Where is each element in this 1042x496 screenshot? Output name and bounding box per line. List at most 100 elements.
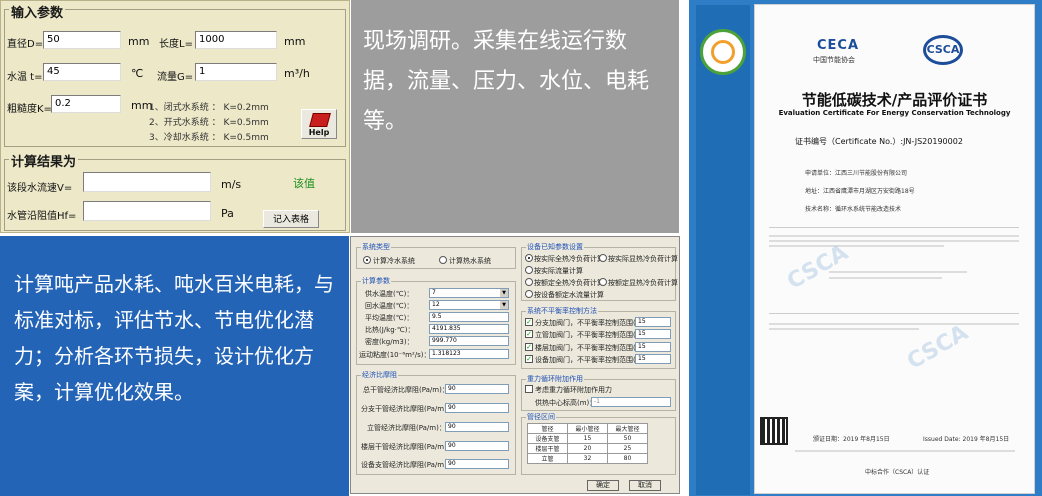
resistance-unit: Pa xyxy=(221,207,234,220)
certificate-footer-rule xyxy=(795,450,1015,452)
radio-hot-label: 计算热水系统 xyxy=(449,257,491,265)
book-icon xyxy=(309,113,331,127)
gravity-checkbox[interactable] xyxy=(525,385,533,393)
return-temp-select[interactable]: 12 ▼ xyxy=(429,300,509,310)
riser-label: 立管经济比摩阻(Pa/m)： xyxy=(367,424,446,432)
gravity-height-input[interactable]: -1 xyxy=(591,397,671,407)
equip-input[interactable]: 90 xyxy=(445,459,509,469)
pipe-calculator-window: 输入参数 直径D= 50 mm 长度L= 1000 mm 水温 t= 45 ℃ … xyxy=(0,0,350,233)
radio-opt5[interactable] xyxy=(599,278,607,286)
opt6-label: 按设备额定水流量计算 xyxy=(534,291,604,299)
ceca-logo: CECA xyxy=(817,38,860,53)
temp-input[interactable]: 45 xyxy=(43,63,121,81)
density-label: 密度(kg/m3)： xyxy=(365,338,414,346)
table-cell[interactable]: 15 xyxy=(567,433,608,444)
certificate-conclusion-text xyxy=(769,313,1019,347)
opt2-label: 按实际显热冷负荷计算 xyxy=(608,255,678,263)
record-to-table-button[interactable]: 记入表格 xyxy=(263,210,319,228)
diameter-label: 直径D= xyxy=(7,39,44,50)
chevron-down-icon: ▼ xyxy=(500,301,508,309)
main-pipe-input[interactable]: 90 xyxy=(445,384,509,394)
certificate-title: 节能低碳技术/产品评价证书 xyxy=(801,91,988,109)
table-row: 楼层干管 20 25 xyxy=(527,443,648,454)
specific-heat-field: 4191.835 xyxy=(429,324,509,334)
table-header-cell: 最小管径 xyxy=(567,423,608,434)
table-cell: 设备支管 xyxy=(527,433,568,444)
specific-heat-label: 比热(J/kg·℃)： xyxy=(365,326,415,334)
table-cell[interactable]: 25 xyxy=(607,443,648,454)
table-cell[interactable]: 80 xyxy=(607,453,648,464)
ub2-checkbox[interactable]: ✓ xyxy=(525,330,533,338)
ub4-input[interactable]: 15 xyxy=(635,354,671,364)
table-row: 立管 32 80 xyxy=(527,453,648,464)
ub3-checkbox[interactable]: ✓ xyxy=(525,343,533,351)
return-temp-label: 回水温度(℃)： xyxy=(365,302,414,310)
chevron-down-icon: ▼ xyxy=(500,289,508,297)
help-button[interactable]: Help xyxy=(301,109,337,139)
radio-cold-system[interactable] xyxy=(363,256,371,264)
radio-opt2[interactable] xyxy=(599,254,607,262)
diameter-unit: mm xyxy=(128,35,150,48)
equip-label: 设备支管经济比摩阻(Pa/m)： xyxy=(361,461,454,469)
radio-opt3[interactable] xyxy=(525,266,533,274)
branch-main-input[interactable]: 90 xyxy=(445,403,509,413)
survey-text-block: 现场调研。采集在线运行数据，流量、压力、水位、电耗等。 xyxy=(351,0,679,233)
gravity-title: 重力循环附加作用 xyxy=(526,374,584,384)
help-button-label: Help xyxy=(308,128,330,137)
main-pipe-label: 总干管经济比摩阻(Pa/m)： xyxy=(363,386,449,394)
table-header-cell: 最大管径 xyxy=(607,423,648,434)
table-cell[interactable]: 32 xyxy=(567,453,608,464)
avg-temp-field: 9.5 xyxy=(429,312,509,322)
radio-opt1[interactable] xyxy=(525,254,533,262)
ub4-checkbox[interactable]: ✓ xyxy=(525,355,533,363)
supply-temp-select[interactable]: 7 ▼ xyxy=(429,288,509,298)
table-cell[interactable]: 50 xyxy=(607,433,648,444)
note-cooling-system: 3、冷却水系统 ： K=0.5mm xyxy=(149,133,269,143)
flow-label: 流量G= xyxy=(157,72,194,83)
velocity-note: 该值 xyxy=(293,177,315,190)
viscosity-label: 运动粘度(10⁻⁶m²/s)： xyxy=(359,351,431,359)
certificate-document: CECA 中国节能协会 CSCA 节能低碳技术/产品评价证书 Evaluatio… xyxy=(696,4,1035,495)
riser-input[interactable]: 90 xyxy=(445,422,509,432)
radio-opt6[interactable] xyxy=(525,290,533,298)
ub1-checkbox[interactable]: ✓ xyxy=(525,318,533,326)
ub1-input[interactable]: 15 xyxy=(635,317,671,327)
pipe-zone-table: 管径 最小管径 最大管径 设备支管 15 50 楼层干管 20 25 立管 32… xyxy=(527,423,648,464)
opt3-label: 按实际流量计算 xyxy=(534,267,583,275)
opt1-label: 按实际全热冷负荷计算 xyxy=(534,255,604,263)
table-cell: 立管 xyxy=(527,453,568,464)
gravity-check-label: 考虑重力循环附加作用力 xyxy=(535,386,612,394)
radio-hot-system[interactable] xyxy=(439,256,447,264)
friction-title: 经济比摩阻 xyxy=(361,370,398,380)
analysis-text-block: 计算吨产品水耗、吨水百米电耗，与标准对标，评估节水、节电优化潜力；分析各环节损失… xyxy=(0,236,349,496)
survey-text: 现场调研。采集在线运行数据，流量、压力、水位、电耗等。 xyxy=(363,29,650,134)
hydraulic-settings-window: 系统类型 计算冷水系统 计算热水系统 计算参数 供水温度(℃)： 7 ▼ 回水温度… xyxy=(350,236,680,494)
ub3-input[interactable]: 15 xyxy=(635,342,671,352)
floor-main-input[interactable]: 90 xyxy=(445,441,509,451)
cancel-button[interactable]: 取消 xyxy=(629,480,661,491)
radio-opt4[interactable] xyxy=(525,278,533,286)
velocity-unit: m/s xyxy=(221,178,242,191)
flow-input[interactable]: 1 xyxy=(195,63,277,81)
table-cell[interactable]: 20 xyxy=(567,443,608,454)
roughness-input[interactable]: 0.2 xyxy=(51,95,121,113)
ok-button[interactable]: 确定 xyxy=(587,480,619,491)
gravity-height-label: 供热中心标高(m)： xyxy=(535,399,597,407)
length-input[interactable]: 1000 xyxy=(195,31,277,49)
ub2-input[interactable]: 15 xyxy=(635,329,671,339)
viscosity-field: 1.318123 xyxy=(429,349,509,359)
qr-code-icon xyxy=(760,417,788,445)
issue-date: 颁证日期：2019 年8月15日 xyxy=(813,436,890,443)
table-row: 设备支管 15 50 xyxy=(527,433,648,444)
csca-logo: CSCA xyxy=(923,35,963,65)
certificate-left-band xyxy=(696,5,750,495)
issued-date-en: Issued Date: 2019 年8月15日 xyxy=(923,436,1010,443)
velocity-output xyxy=(83,172,211,192)
table-header-cell: 管径 xyxy=(527,423,568,434)
certificate-footer: 中标合作（CSCA）认证 xyxy=(865,469,930,476)
opt5-label: 按额定显热冷负荷计算 xyxy=(608,279,678,287)
certificate-tech-name: 技术名称：循环水系统节能改造技术 xyxy=(805,206,902,213)
collage-root: 输入参数 直径D= 50 mm 长度L= 1000 mm 水温 t= 45 ℃ … xyxy=(0,0,1042,496)
avg-temp-label: 平均温度(℃)： xyxy=(365,314,414,322)
diameter-input[interactable]: 50 xyxy=(43,31,121,49)
